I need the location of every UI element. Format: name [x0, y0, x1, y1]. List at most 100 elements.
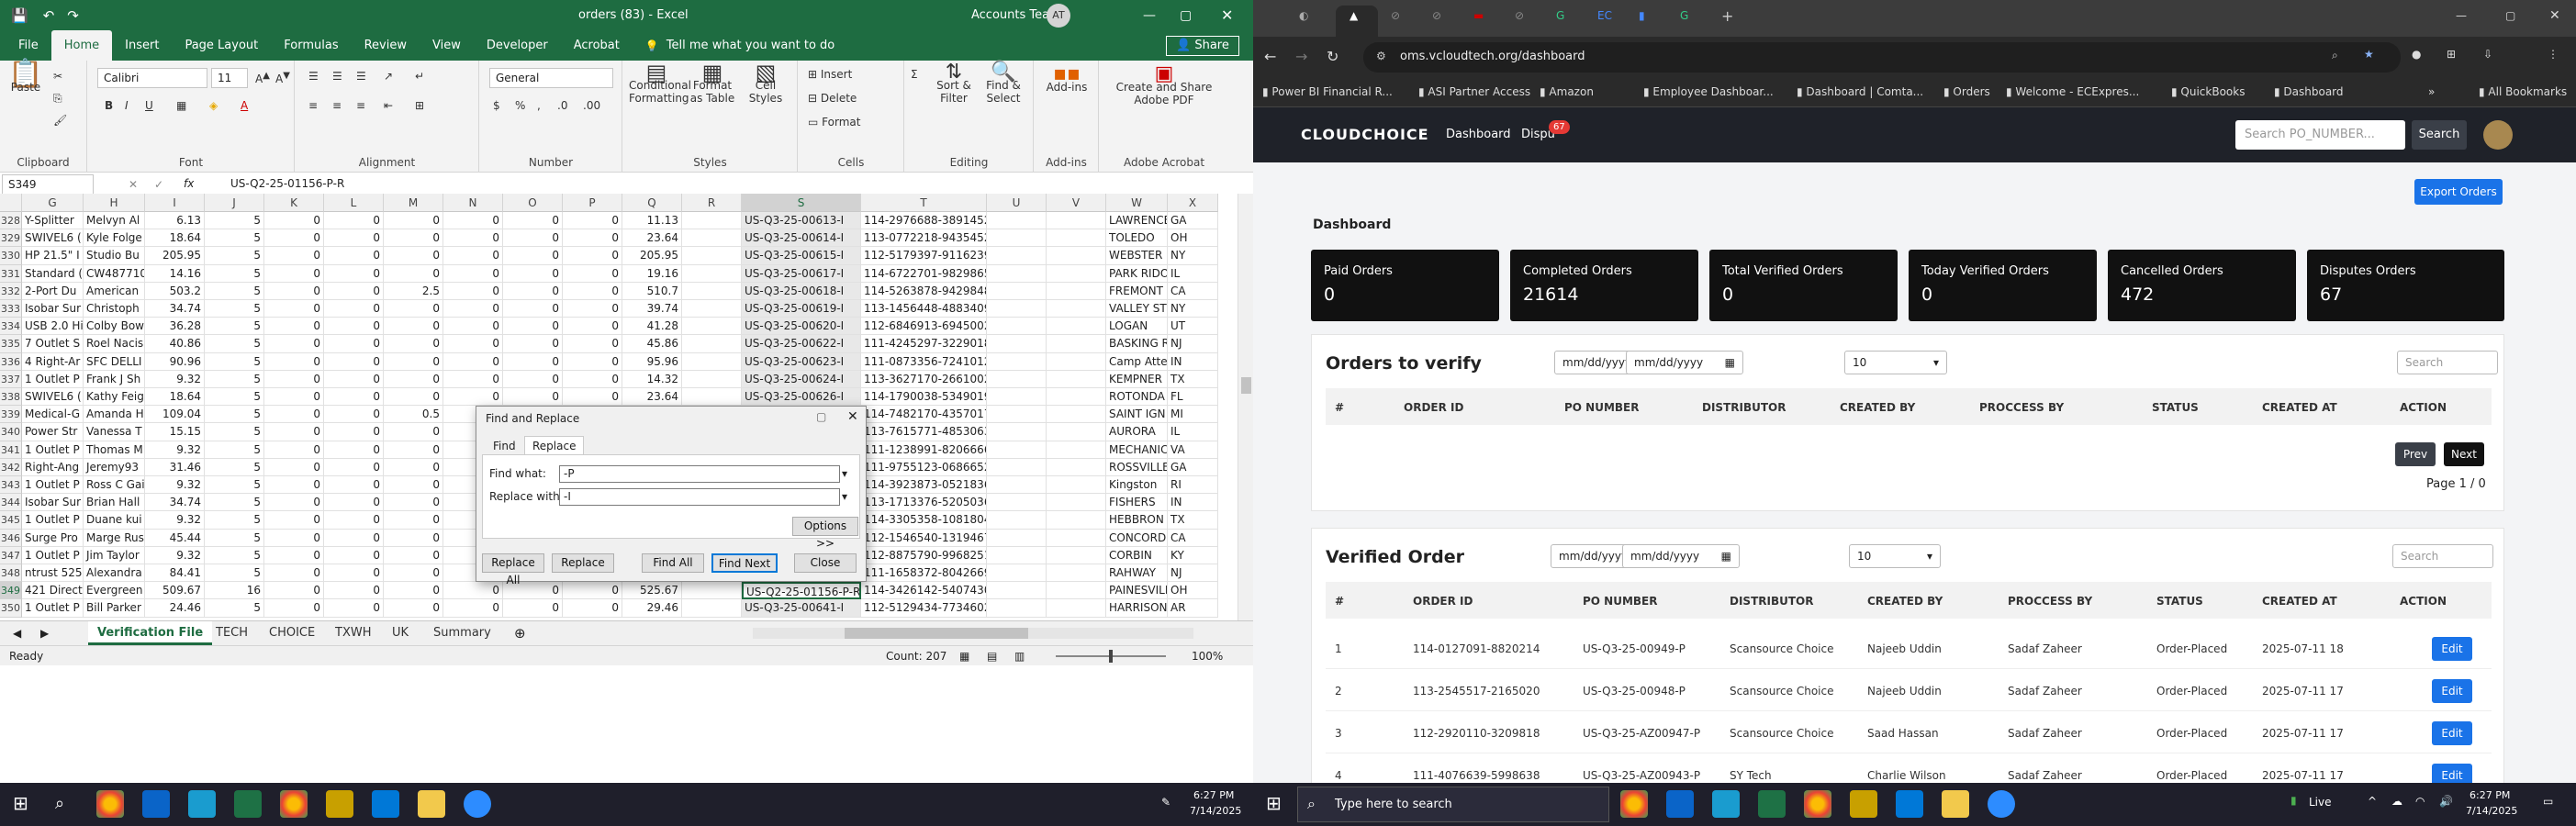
cell[interactable]: 0 — [384, 264, 443, 283]
cell[interactable] — [987, 582, 1047, 600]
outlook-icon[interactable] — [142, 790, 170, 818]
cell[interactable]: 0 — [384, 599, 443, 618]
calendar-icon[interactable]: ▦ — [1721, 545, 1731, 567]
cell[interactable]: MI — [1168, 406, 1218, 424]
vertical-scroll-thumb[interactable] — [1241, 377, 1251, 394]
cell[interactable]: 34.74 — [145, 300, 205, 318]
cell[interactable]: US-Q3-25-00626-I — [742, 388, 861, 407]
cell[interactable]: 23.64 — [622, 388, 682, 407]
cell[interactable]: 0 — [563, 247, 622, 265]
zoom-icon[interactable] — [1988, 790, 2015, 818]
cell[interactable]: 5 — [205, 511, 264, 530]
cell[interactable]: LAWRENCE — [1106, 212, 1168, 230]
cell[interactable]: 5 — [205, 406, 264, 424]
cell[interactable]: 114-7482170-4357017 — [861, 406, 987, 424]
url-text[interactable]: oms.vcloudtech.org/dashboard — [1400, 50, 1585, 63]
cell[interactable] — [1047, 494, 1106, 512]
cell[interactable]: 114-3426142-5407430 — [861, 582, 987, 600]
cell[interactable]: NJ — [1168, 335, 1218, 353]
cell[interactable]: Amanda H — [84, 406, 145, 424]
cell[interactable]: 525.67 — [622, 582, 682, 600]
cell[interactable]: 5 — [205, 599, 264, 618]
app-logo[interactable]: CLOUDCHOICE — [1301, 126, 1429, 143]
cell-styles-button[interactable]: ▧ Cell Styles — [741, 61, 790, 105]
row-header[interactable]: 337 — [0, 370, 22, 388]
cell[interactable]: 112-1546540-1319467 — [861, 529, 987, 547]
cell[interactable] — [987, 546, 1047, 564]
cell[interactable]: Kingston — [1106, 476, 1168, 495]
cell[interactable]: 0 — [264, 582, 324, 600]
column-header[interactable]: U — [987, 194, 1047, 212]
network-icon[interactable]: ☁ — [2391, 795, 2402, 808]
tab-favicon-icon[interactable]: ⊘ — [1432, 9, 1441, 22]
column-header[interactable]: O — [503, 194, 563, 212]
row-header[interactable]: 343 — [0, 476, 22, 495]
cell[interactable]: 0 — [503, 300, 563, 318]
cell[interactable]: 109.04 — [145, 406, 205, 424]
cell[interactable]: 0 — [324, 546, 384, 564]
tab-insert[interactable]: Insert — [112, 30, 172, 61]
cell[interactable]: 0 — [503, 212, 563, 230]
cell[interactable]: 5 — [205, 370, 264, 388]
decrease-decimal-icon[interactable]: .00 — [583, 99, 600, 112]
cell[interactable]: AR — [1168, 599, 1218, 618]
cell[interactable]: 0 — [384, 546, 443, 564]
cell[interactable]: 5 — [205, 388, 264, 407]
number-format-box[interactable]: General — [489, 68, 613, 88]
wifi-icon[interactable]: ◠ — [2415, 795, 2425, 808]
dialog-close-button[interactable]: Close — [794, 553, 857, 573]
cell[interactable]: 5 — [205, 212, 264, 230]
cancel-entry-icon[interactable]: ✕ — [129, 178, 138, 191]
cell[interactable] — [987, 300, 1047, 318]
cell[interactable]: 40.86 — [145, 335, 205, 353]
cell[interactable]: HP 21.5" I — [22, 247, 84, 265]
cell[interactable] — [682, 352, 742, 371]
cell[interactable] — [987, 212, 1047, 230]
normal-view-icon[interactable]: ▦ — [959, 646, 969, 666]
cell[interactable]: SFC DELLI — [84, 352, 145, 371]
column-header[interactable]: R — [682, 194, 742, 212]
row-header[interactable]: 339 — [0, 406, 22, 424]
column-header[interactable]: Q — [622, 194, 682, 212]
cell[interactable] — [987, 476, 1047, 495]
cell[interactable] — [1047, 318, 1106, 336]
cell[interactable]: 34.74 — [145, 494, 205, 512]
cell[interactable]: 15.15 — [145, 423, 205, 441]
page-layout-icon[interactable]: ▤ — [987, 646, 997, 666]
cell[interactable]: 0 — [503, 282, 563, 300]
cell[interactable]: US-Q2-25-01156-P-R — [742, 582, 861, 600]
cell[interactable]: Roel Nacis — [84, 335, 145, 353]
cell[interactable] — [682, 282, 742, 300]
cell[interactable]: 1 Outlet P — [22, 370, 84, 388]
cell[interactable] — [987, 423, 1047, 441]
cell[interactable]: 5 — [205, 318, 264, 336]
file-explorer-icon[interactable] — [1942, 790, 1969, 818]
cell[interactable]: 45.44 — [145, 529, 205, 547]
cell[interactable]: CA — [1168, 529, 1218, 547]
replace-dropdown-icon[interactable]: ▾ — [842, 490, 847, 503]
volume-icon[interactable]: 🔊 — [2439, 795, 2453, 808]
cell[interactable]: US-Q3-25-00623-I — [742, 352, 861, 371]
cell[interactable]: 112-5129434-7734602 — [861, 599, 987, 618]
cell[interactable] — [682, 388, 742, 407]
row-header[interactable]: 328 — [0, 212, 22, 230]
cell[interactable]: 0 — [324, 212, 384, 230]
cell[interactable]: 0 — [264, 247, 324, 265]
profile-icon[interactable]: ● — [2412, 48, 2421, 61]
font-color-icon[interactable]: A — [241, 99, 248, 112]
cell[interactable]: 29.46 — [622, 599, 682, 618]
comma-icon[interactable]: , — [537, 99, 541, 112]
cell[interactable]: 503.2 — [145, 282, 205, 300]
share-button[interactable]: 👤 Share — [1166, 36, 1239, 56]
cell[interactable]: 0 — [563, 599, 622, 618]
cell[interactable] — [987, 529, 1047, 547]
autosum-icon[interactable]: Σ — [911, 68, 918, 81]
cell[interactable]: TX — [1168, 511, 1218, 530]
cell[interactable] — [987, 406, 1047, 424]
back-icon[interactable]: ← — [1264, 48, 1276, 65]
export-orders-button[interactable]: Export Orders — [2414, 179, 2503, 205]
cell[interactable]: 0 — [264, 318, 324, 336]
calculator-icon[interactable] — [1896, 790, 1923, 818]
zoom-slider[interactable] — [1056, 650, 1166, 663]
conditional-formatting-button[interactable]: ▤ Conditional Formatting — [629, 61, 691, 105]
